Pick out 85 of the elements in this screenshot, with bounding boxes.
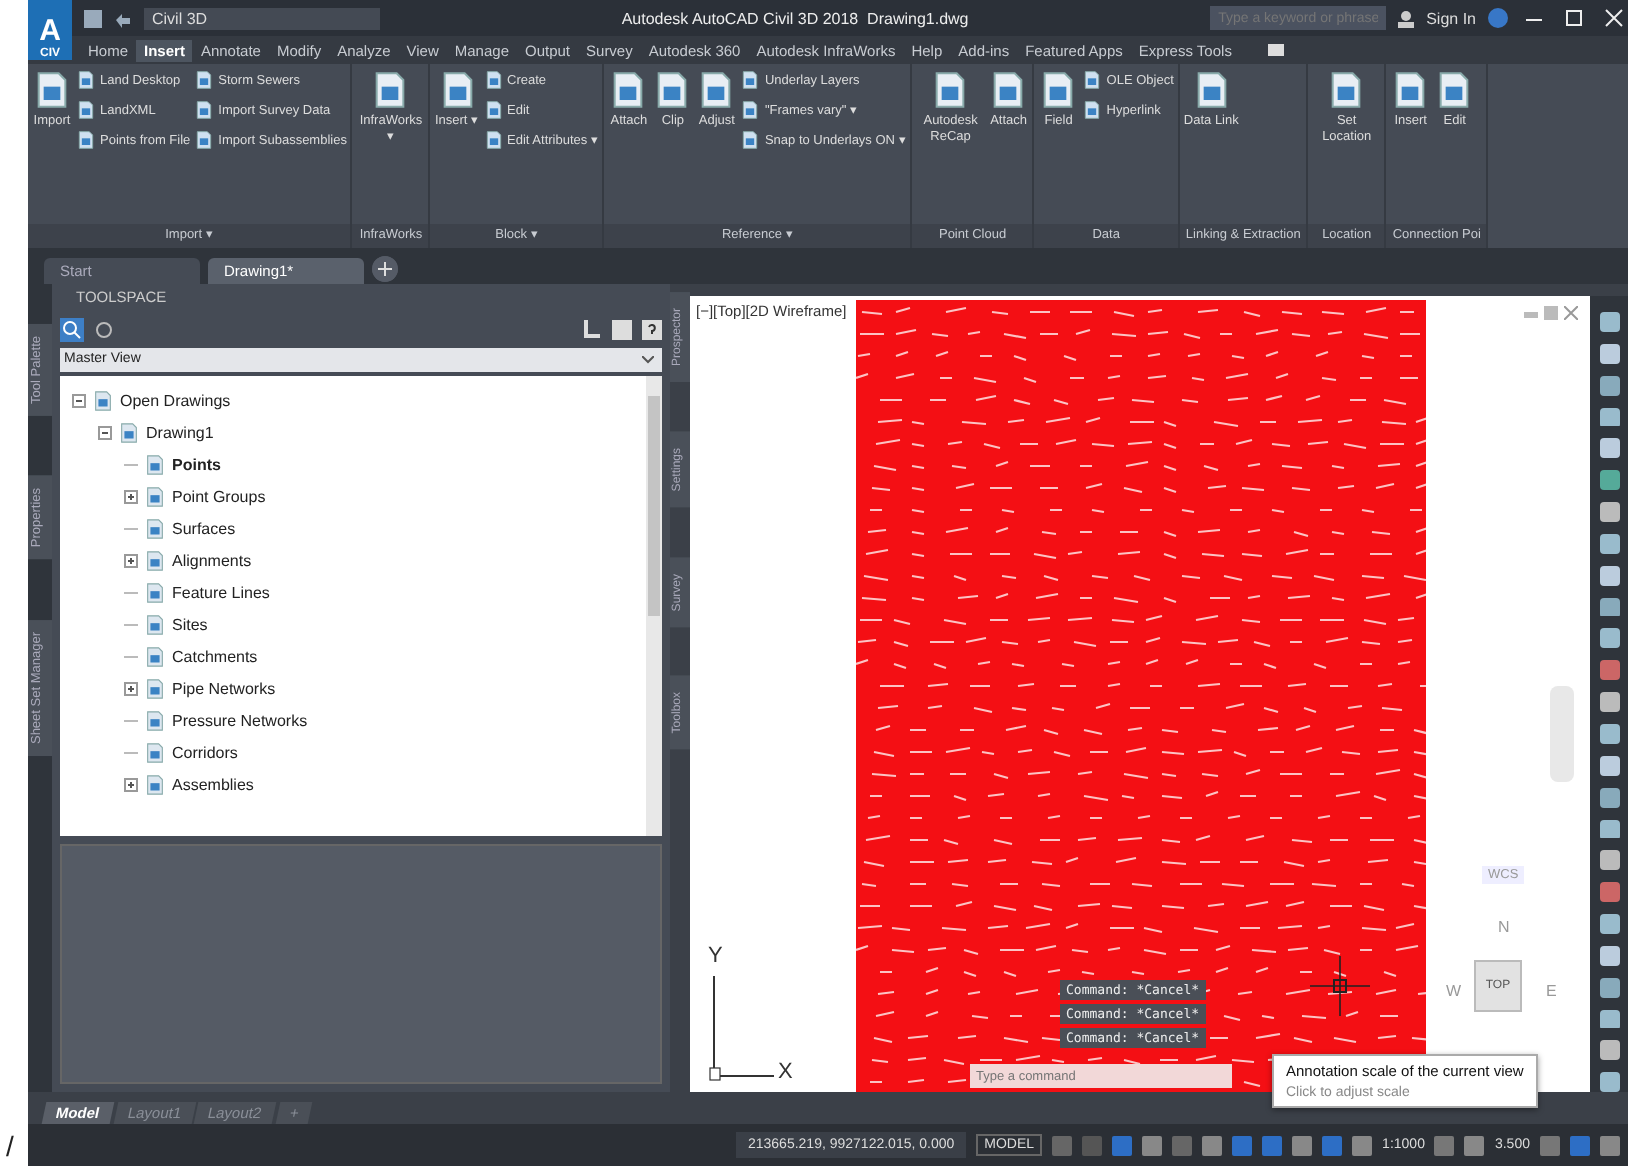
window-title: Autodesk AutoCAD Civil 3D 2018 Drawing1.dwg [619, 9, 971, 27]
tree-item[interactable]: Pressure Networks [124, 704, 646, 736]
compass-label: W [1446, 982, 1462, 1000]
sign-in-link[interactable]: Sign In [1426, 9, 1476, 27]
tree-item[interactable]: Open Drawings [72, 384, 646, 416]
tool-icon[interactable] [1599, 343, 1619, 364]
crosshair-cursor-icon [1310, 956, 1370, 1016]
status-icon[interactable] [1112, 1135, 1133, 1155]
search-icon[interactable] [60, 318, 84, 342]
expand-icon[interactable] [124, 777, 138, 791]
refresh-icon[interactable] [94, 320, 114, 340]
new-tab-icon[interactable] [372, 256, 398, 282]
scrollbar[interactable] [646, 376, 662, 836]
tree-item[interactable]: Catchments [124, 640, 646, 672]
page-icon [483, 70, 504, 90]
tree-item[interactable]: Corridors [124, 736, 646, 768]
page-icon [194, 70, 215, 90]
page-icon [740, 130, 761, 150]
margin-mark: / [4, 1130, 16, 1166]
tree-item[interactable]: Assemblies [124, 768, 646, 800]
tool-icon[interactable] [1599, 850, 1619, 871]
ucs-axes-icon [706, 972, 774, 1084]
page-icon [483, 130, 504, 150]
tool-icon[interactable] [1599, 723, 1619, 744]
tool-icon[interactable] [1599, 407, 1619, 427]
tool-icon[interactable] [1599, 977, 1619, 998]
page-icon [76, 70, 96, 90]
status-icon[interactable] [1232, 1135, 1253, 1155]
expand-icon[interactable] [124, 681, 138, 695]
tool-icon[interactable] [1599, 692, 1619, 712]
status-icon[interactable] [1142, 1135, 1163, 1155]
page-icon [32, 70, 72, 110]
axis-label: Y [708, 944, 723, 968]
undo-icon[interactable] [114, 9, 132, 27]
tool-icon[interactable] [1599, 914, 1619, 934]
tool-icon[interactable] [1599, 565, 1619, 586]
axis-label: X [778, 1060, 793, 1084]
tree-item[interactable]: Surfaces [124, 512, 646, 544]
tool-icon[interactable] [1599, 438, 1619, 459]
tool-icon[interactable] [1599, 375, 1619, 396]
tree-item[interactable]: Sites [124, 608, 646, 640]
status-icon[interactable] [1292, 1135, 1313, 1155]
maximize-icon[interactable] [1560, 8, 1588, 28]
close-icon[interactable] [1600, 8, 1628, 28]
page-icon [194, 130, 215, 150]
tool-icon[interactable] [1599, 312, 1619, 332]
chevron-down-icon [642, 356, 654, 364]
status-icon[interactable] [1262, 1135, 1283, 1155]
tool-icon[interactable] [1599, 628, 1619, 649]
tool-icon[interactable] [1599, 1040, 1619, 1061]
page-icon [76, 100, 96, 120]
collapse-icon[interactable] [72, 393, 86, 407]
status-icon[interactable] [1352, 1135, 1373, 1155]
page-icon [1082, 100, 1103, 120]
expand-icon[interactable] [124, 489, 138, 503]
status-icon[interactable] [1322, 1135, 1343, 1155]
page-icon [1082, 70, 1103, 90]
expand-icon[interactable] [124, 553, 138, 567]
tool-icon[interactable] [1599, 882, 1619, 903]
status-icon[interactable] [1202, 1135, 1223, 1155]
tool-icon[interactable] [1599, 755, 1619, 776]
page-icon [740, 70, 761, 90]
tree-item[interactable]: Feature Lines [124, 576, 646, 608]
tree-item[interactable]: Pipe Networks [124, 672, 646, 704]
workspace-dropdown[interactable]: Civil 3D [144, 7, 380, 29]
tool-icon[interactable] [1599, 660, 1619, 681]
collapse-icon[interactable] [98, 425, 112, 439]
tree-item[interactable]: Points [124, 448, 646, 480]
page-icon [76, 130, 96, 150]
page-icon [740, 100, 761, 120]
compass-label: N [1498, 918, 1510, 936]
tool-icon[interactable] [1599, 597, 1619, 617]
user-icon [1398, 9, 1415, 27]
compass-label: E [1546, 982, 1557, 1000]
tool-icon[interactable] [1599, 533, 1619, 554]
page-icon [194, 100, 215, 120]
tree-item[interactable]: Point Groups [124, 480, 646, 512]
tool-icon[interactable] [1599, 1009, 1619, 1029]
tree-item[interactable]: Drawing1 [98, 416, 646, 448]
tool-icon[interactable] [1599, 1072, 1619, 1093]
tool-icon[interactable] [1599, 502, 1619, 522]
tree-item[interactable]: Alignments [124, 544, 646, 576]
tool-icon[interactable] [1599, 945, 1619, 966]
tool-icon[interactable] [1599, 470, 1619, 491]
page-icon [483, 100, 504, 120]
